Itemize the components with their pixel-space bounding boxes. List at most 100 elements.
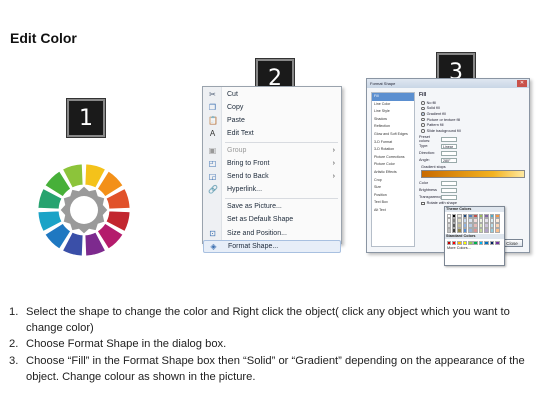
- color-swatch[interactable]: [446, 240, 452, 245]
- color-swatch[interactable]: [446, 228, 452, 233]
- color-swatch[interactable]: [478, 213, 484, 218]
- color-swatch[interactable]: [457, 218, 462, 223]
- dialog-nav-item[interactable]: Artistic Effects: [372, 169, 414, 177]
- dialog-field: Angle: 280°: [419, 157, 527, 164]
- color-swatch[interactable]: [478, 218, 484, 223]
- menu-separator: [225, 142, 338, 143]
- color-swatch[interactable]: [473, 240, 479, 245]
- dialog-nav-item[interactable]: Text Box: [372, 199, 414, 207]
- color-swatch[interactable]: [451, 240, 457, 245]
- dialog-nav-item[interactable]: Glow and Soft Edges: [372, 131, 414, 139]
- menu-item-copy[interactable]: ❐ Copy: [203, 101, 341, 114]
- color-swatch[interactable]: [478, 240, 484, 245]
- dialog-nav-item[interactable]: Line Color: [372, 101, 414, 109]
- color-swatch[interactable]: [457, 240, 462, 245]
- color-swatch[interactable]: [468, 240, 473, 245]
- color-swatch[interactable]: [468, 213, 473, 218]
- color-swatch[interactable]: [495, 218, 500, 223]
- dialog-nav-item[interactable]: Shadow: [372, 116, 414, 124]
- dialog-nav-item[interactable]: Reflection: [372, 123, 414, 131]
- color-swatch[interactable]: [473, 228, 479, 233]
- field-dropdown[interactable]: [441, 136, 457, 142]
- color-swatch[interactable]: [451, 218, 457, 223]
- color-swatch[interactable]: [473, 218, 479, 223]
- color-swatch[interactable]: [484, 213, 489, 218]
- color-swatch[interactable]: [457, 228, 462, 233]
- color-swatch[interactable]: [468, 228, 473, 233]
- format-shape-icon: ◈: [210, 242, 217, 251]
- menu-item-edit-text[interactable]: A Edit Text: [203, 127, 341, 140]
- color-swatch[interactable]: [473, 223, 479, 228]
- dialog-nav-item[interactable]: 3-D Format: [372, 139, 414, 147]
- instruction-item: 2. Choose Format Shape in the dialog box.: [9, 336, 549, 352]
- field-dropdown[interactable]: Linear: [441, 143, 457, 149]
- color-swatch[interactable]: [489, 228, 495, 233]
- instruction-text: Select the shape to change the color and…: [26, 306, 510, 335]
- color-swatch[interactable]: [478, 228, 484, 233]
- color-swatch[interactable]: [446, 223, 452, 228]
- color-swatch[interactable]: [478, 223, 484, 228]
- color-swatch[interactable]: [462, 223, 468, 228]
- color-swatch[interactable]: [489, 213, 495, 218]
- color-swatch[interactable]: [446, 213, 452, 218]
- color-swatch[interactable]: [468, 218, 473, 223]
- fill-option[interactable]: Slide background fill: [419, 128, 527, 134]
- color-swatch[interactable]: [495, 223, 500, 228]
- color-swatch[interactable]: [473, 213, 479, 218]
- instruction-list: 1. Select the shape to change the color a…: [9, 304, 549, 385]
- field-dropdown[interactable]: [441, 150, 457, 156]
- menu-item-format-shape[interactable]: ◈ Format Shape...: [203, 240, 341, 253]
- field-label: Preset colors:: [419, 135, 431, 144]
- color-swatch[interactable]: [484, 223, 489, 228]
- menu-item-cut[interactable]: ✂ Cut: [203, 88, 341, 101]
- color-wheel-diagram[interactable]: [35, 157, 133, 263]
- color-swatch[interactable]: [484, 228, 489, 233]
- menu-item-set-as-default-shape[interactable]: Set as Default Shape: [203, 213, 341, 226]
- menu-item-paste[interactable]: 📋 Paste: [203, 114, 341, 127]
- more-colors-link[interactable]: More Colors...: [445, 246, 504, 250]
- dialog-nav-item[interactable]: Alt Text: [372, 207, 414, 215]
- dialog-nav-item[interactable]: Line Style: [372, 108, 414, 116]
- color-swatch[interactable]: [457, 223, 462, 228]
- menu-item-group[interactable]: ▣ Group ›: [203, 144, 341, 157]
- color-swatch[interactable]: [446, 218, 452, 223]
- menu-item-size-and-position[interactable]: ⊡ Size and Position...: [203, 227, 341, 240]
- field-dropdown[interactable]: [441, 194, 457, 200]
- color-swatch[interactable]: [451, 223, 457, 228]
- color-swatch[interactable]: [495, 240, 500, 245]
- color-swatch[interactable]: [489, 223, 495, 228]
- field-dropdown[interactable]: 280°: [441, 157, 457, 163]
- color-swatch[interactable]: [462, 228, 468, 233]
- dialog-nav-item[interactable]: Position: [372, 192, 414, 200]
- color-swatch[interactable]: [457, 213, 462, 218]
- color-swatch[interactable]: [462, 218, 468, 223]
- color-swatch[interactable]: [451, 213, 457, 218]
- menu-item-bring-to-front[interactable]: ◰ Bring to Front ›: [203, 157, 341, 170]
- dialog-nav-item[interactable]: Crop: [372, 177, 414, 185]
- color-swatch[interactable]: [451, 228, 457, 233]
- dialog-nav-item[interactable]: Picture Corrections: [372, 154, 414, 162]
- color-swatch[interactable]: [489, 218, 495, 223]
- color-swatch[interactable]: [495, 213, 500, 218]
- dialog-nav-item[interactable]: 3-D Rotation: [372, 146, 414, 154]
- menu-item-send-to-back[interactable]: ◲ Send to Back ›: [203, 170, 341, 183]
- menu-item-hyperlink[interactable]: 🔗 Hyperlink...: [203, 183, 341, 196]
- dialog-close-icon[interactable]: ✕: [517, 80, 527, 87]
- field-dropdown[interactable]: [441, 187, 457, 193]
- field-dropdown[interactable]: [441, 180, 457, 186]
- color-swatch[interactable]: [495, 228, 500, 233]
- color-swatch[interactable]: [484, 218, 489, 223]
- dialog-nav-item[interactable]: Fill: [372, 93, 414, 101]
- color-swatch[interactable]: [462, 213, 468, 218]
- color-swatch[interactable]: [484, 240, 489, 245]
- dialog-nav-item[interactable]: Size: [372, 184, 414, 192]
- dialog-nav-item[interactable]: Picture Color: [372, 161, 414, 169]
- color-swatch[interactable]: [489, 240, 495, 245]
- fill-option-label: Slide background fill: [426, 128, 461, 133]
- menu-item-save-as-picture[interactable]: Save as Picture...: [203, 200, 341, 213]
- field-label: Type:: [419, 144, 429, 149]
- color-swatch[interactable]: [468, 223, 473, 228]
- gradient-stops-bar[interactable]: [421, 169, 525, 178]
- standard-color-grid: [445, 239, 504, 246]
- color-swatch[interactable]: [462, 240, 468, 245]
